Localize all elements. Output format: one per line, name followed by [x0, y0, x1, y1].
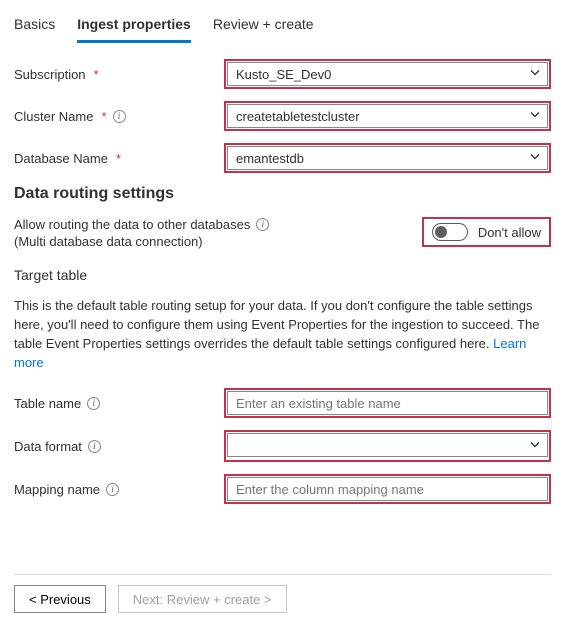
info-icon[interactable]: i	[256, 218, 269, 231]
label-subscription-text: Subscription	[14, 67, 86, 82]
label-data-format-text: Data format	[14, 439, 82, 454]
tab-review-create[interactable]: Review + create	[213, 10, 314, 43]
next-button: Next: Review + create >	[118, 585, 287, 613]
info-icon[interactable]: i	[87, 397, 100, 410]
allow-routing-label: Allow routing the data to other database…	[14, 217, 250, 232]
tabs: Basics Ingest properties Review + create	[14, 10, 551, 43]
label-mapping-name-text: Mapping name	[14, 482, 100, 497]
cluster-name-select[interactable]: createtabletestcluster	[227, 104, 548, 128]
row-subscription: Subscription * Kusto_SE_Dev0	[14, 59, 551, 89]
target-table-description-text: This is the default table routing setup …	[14, 298, 539, 351]
info-icon[interactable]: i	[88, 440, 101, 453]
required-indicator: *	[94, 67, 99, 82]
section-data-routing-title: Data routing settings	[14, 185, 551, 203]
label-table-name-text: Table name	[14, 396, 81, 411]
info-icon[interactable]: i	[113, 110, 126, 123]
mapping-name-input[interactable]	[227, 477, 548, 501]
data-format-select[interactable]	[227, 433, 548, 457]
row-table-name: Table name i	[14, 388, 551, 418]
label-database-name-text: Database Name	[14, 151, 108, 166]
section-target-table-title: Target table	[14, 267, 551, 283]
row-database-name: Database Name * emantestdb	[14, 143, 551, 173]
toggle-state-label: Don't allow	[478, 225, 541, 240]
required-indicator: *	[101, 109, 106, 124]
database-name-select[interactable]: emantestdb	[227, 146, 548, 170]
row-allow-routing: Allow routing the data to other database…	[14, 217, 551, 249]
required-indicator: *	[116, 151, 121, 166]
label-table-name: Table name i	[14, 396, 224, 411]
allow-routing-sublabel: (Multi database data connection)	[14, 234, 269, 249]
table-name-input[interactable]	[227, 391, 548, 415]
label-subscription: Subscription *	[14, 67, 224, 82]
previous-button[interactable]: < Previous	[14, 585, 106, 613]
info-icon[interactable]: i	[106, 483, 119, 496]
tab-basics[interactable]: Basics	[14, 10, 55, 43]
allow-routing-toggle[interactable]	[432, 223, 468, 241]
label-data-format: Data format i	[14, 439, 224, 454]
tab-ingest-properties[interactable]: Ingest properties	[77, 10, 191, 43]
row-mapping-name: Mapping name i	[14, 474, 551, 504]
label-cluster-name-text: Cluster Name	[14, 109, 93, 124]
target-table-description: This is the default table routing setup …	[14, 297, 551, 372]
label-database-name: Database Name *	[14, 151, 224, 166]
row-cluster-name: Cluster Name * i createtabletestcluster	[14, 101, 551, 131]
row-data-format: Data format i	[14, 430, 551, 462]
footer: < Previous Next: Review + create >	[14, 574, 551, 613]
toggle-knob	[435, 226, 447, 238]
subscription-select[interactable]: Kusto_SE_Dev0	[227, 62, 548, 86]
label-mapping-name: Mapping name i	[14, 482, 224, 497]
label-cluster-name: Cluster Name * i	[14, 109, 224, 124]
